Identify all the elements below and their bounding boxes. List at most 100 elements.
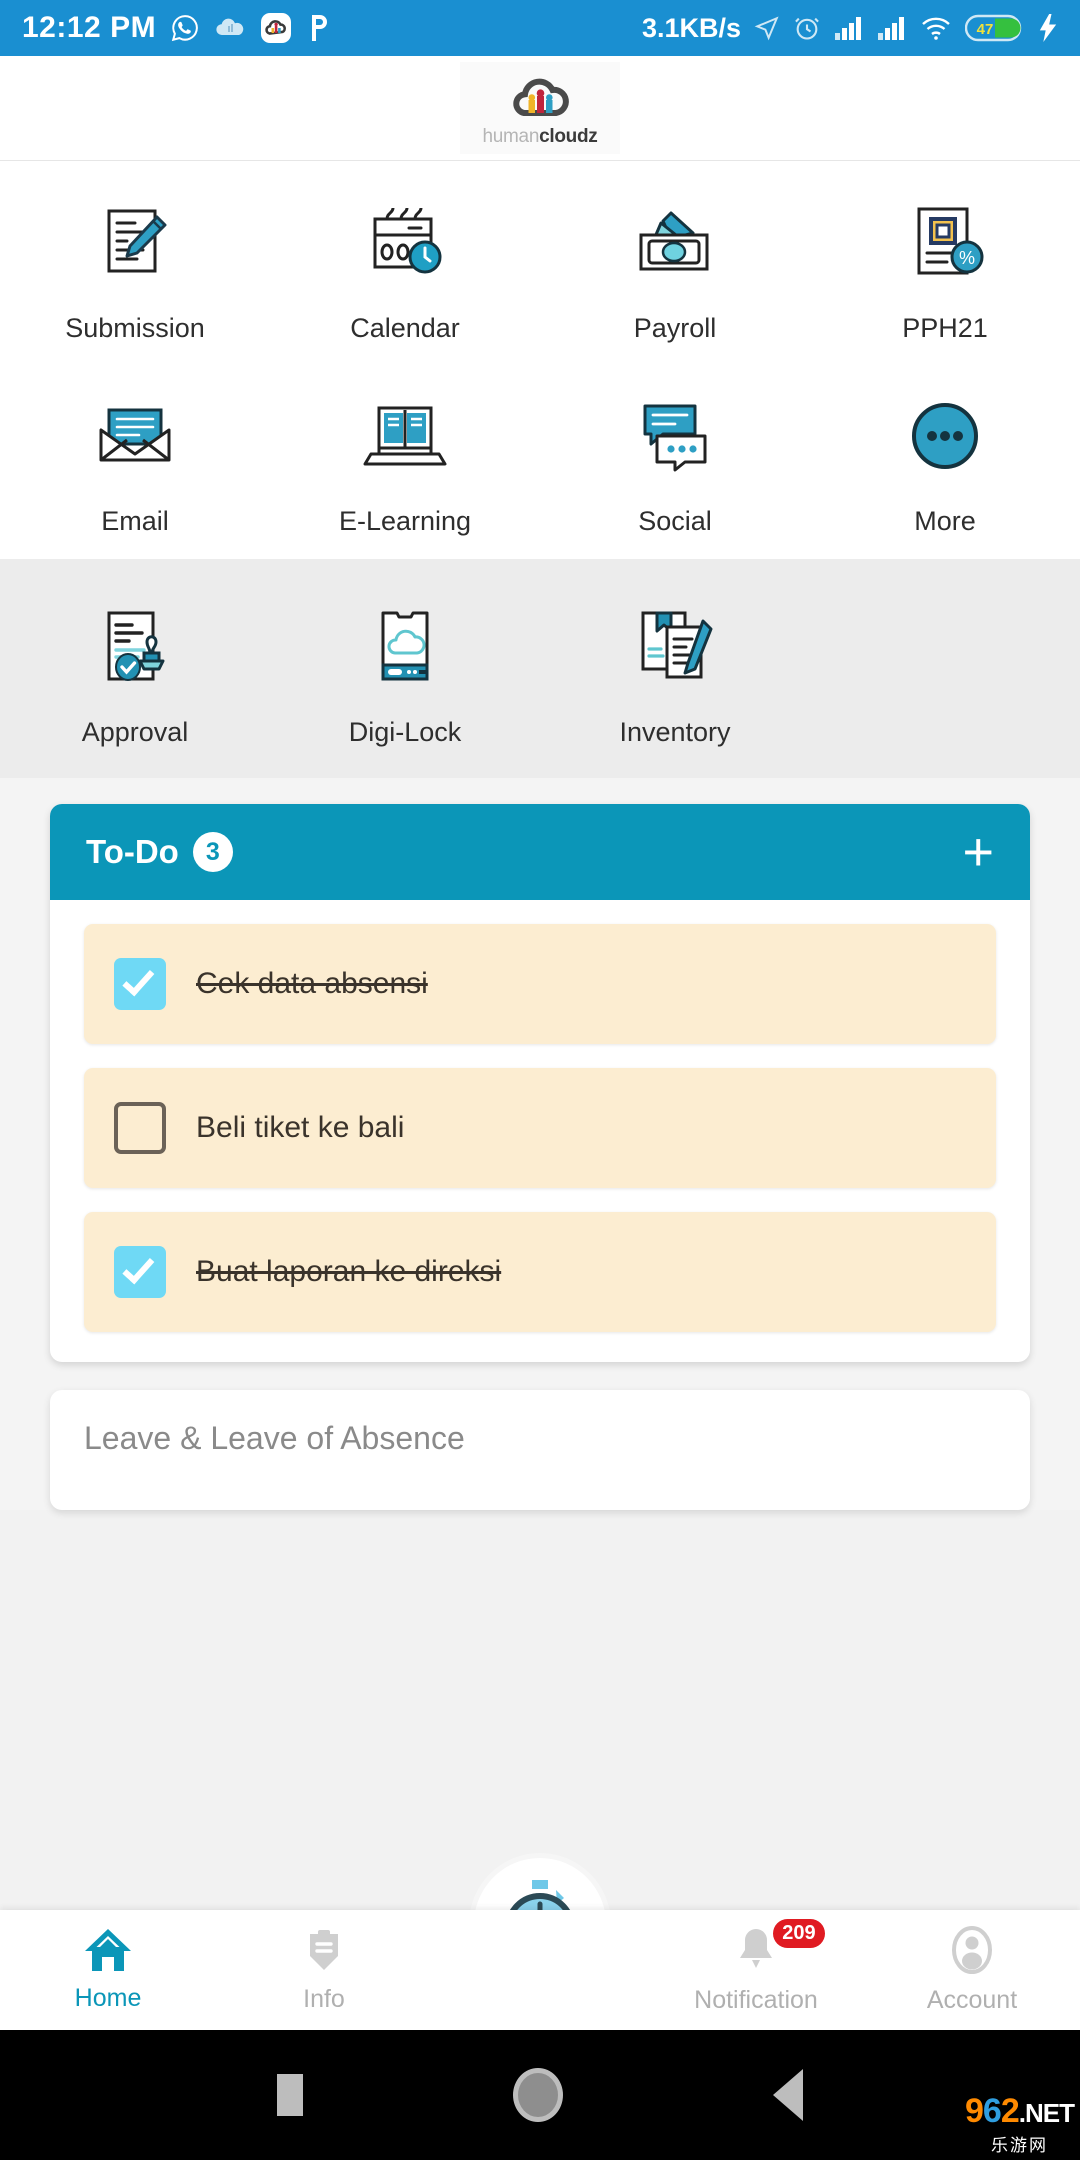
nav-label: Info — [303, 1985, 345, 2013]
menu-row-3: Approval Digi-Lock Inventory — [0, 593, 1080, 748]
menu-label: Digi-Lock — [348, 717, 462, 747]
chat-bubbles-icon — [621, 382, 729, 490]
tax-document-percent-icon: % — [891, 189, 999, 297]
menu-item-pph21[interactable]: % PPH21 — [810, 189, 1080, 344]
todo-card: To-Do 3 + Cek data absensi Beli tiket ke… — [50, 804, 1030, 1362]
nav-label: Notification — [694, 1986, 818, 2014]
watermark-digit-9: 9 — [965, 2092, 984, 2130]
documents-pen-icon — [621, 593, 729, 701]
todo-checkbox-checked[interactable] — [114, 958, 166, 1010]
todo-item[interactable]: Beli tiket ke bali — [84, 1068, 996, 1188]
watermark-suffix: .NET — [1018, 2098, 1075, 2128]
bottom-navigation-bar: Home Info 209 Notification Account — [0, 1910, 1080, 2030]
menu-label: Calendar — [350, 313, 460, 343]
document-pen-icon — [81, 189, 189, 297]
menu-label: Email — [101, 506, 169, 536]
menu-item-social[interactable]: Social — [540, 382, 810, 537]
nav-item-center-placeholder — [432, 1967, 648, 1973]
menu-item-more[interactable]: More — [810, 382, 1080, 537]
phone-cloud-icon — [351, 593, 459, 701]
home-circle-icon[interactable] — [513, 2068, 563, 2122]
add-todo-button[interactable]: + — [962, 825, 994, 879]
todo-card-header: To-Do 3 + — [50, 804, 1030, 900]
location-icon — [754, 15, 780, 41]
alarm-icon — [793, 14, 821, 42]
envelope-mail-icon — [81, 382, 189, 490]
svg-text:%: % — [959, 248, 975, 268]
network-speed: 3.1KB/s — [641, 12, 741, 43]
back-triangle-icon[interactable] — [773, 2069, 803, 2121]
todo-item-label: Buat laporan ke direksi — [196, 1255, 502, 1288]
menu-label: PPH21 — [902, 313, 988, 343]
menu-item-calendar[interactable]: Calendar — [270, 189, 540, 344]
notification-badge: 209 — [773, 1919, 825, 1948]
menu-row-1: Submission Calendar Payroll % PPH21 — [0, 189, 1080, 344]
money-cash-icon — [621, 189, 729, 297]
charging-bolt-icon — [1038, 14, 1058, 42]
home-icon — [83, 1927, 133, 1978]
watermark-subtitle: 乐游网 — [991, 2136, 1048, 2155]
account-person-icon — [948, 1925, 996, 1980]
nav-item-notification[interactable]: 209 Notification — [648, 1919, 864, 2015]
todo-count-badge: 3 — [192, 832, 233, 872]
battery-icon: 47 — [965, 13, 1025, 43]
todo-checkbox-unchecked[interactable] — [114, 1102, 166, 1154]
menu-item-elearning[interactable]: E-Learning — [270, 382, 540, 537]
watermark-digit-6: 6 — [982, 2092, 1002, 2130]
menu-item-email[interactable]: Email — [0, 382, 270, 537]
todo-checkbox-checked[interactable] — [114, 1246, 166, 1298]
logo-text-human: human — [482, 125, 540, 147]
secondary-menu-grid: Approval Digi-Lock Inventory — [0, 559, 1080, 778]
nav-label: Account — [926, 1986, 1018, 2014]
status-time: 12:12 PM — [22, 11, 157, 44]
menu-cell-empty — [810, 593, 1080, 748]
menu-label: More — [914, 506, 976, 536]
cloud-icon — [214, 15, 246, 41]
todo-item[interactable]: Buat laporan ke direksi — [84, 1212, 996, 1332]
watermark-digit-2: 2 — [1000, 2092, 1020, 2130]
nav-item-account[interactable]: Account — [864, 1925, 1080, 2015]
menu-label: Inventory — [619, 717, 731, 747]
app-logo-header: humancloudz — [0, 56, 1080, 161]
todo-title: To-Do — [86, 833, 179, 870]
signal-bars-icon-1 — [834, 15, 864, 41]
menu-row-2: Email E-Learning Social More — [0, 382, 1080, 537]
more-dots-circle-icon — [891, 382, 999, 490]
menu-item-approval[interactable]: Approval — [0, 593, 270, 748]
wifi-icon — [920, 15, 952, 41]
menu-label: Social — [638, 506, 712, 536]
whatsapp-icon — [170, 13, 200, 43]
phone-screen: 12:12 PM 3.1KB/s 47 humancloudz Submissi… — [0, 0, 1080, 2160]
nav-item-home[interactable]: Home — [0, 1927, 216, 2013]
humancloudz-app-icon — [260, 12, 292, 44]
logo-text-cloudz: cloudz — [539, 125, 598, 147]
menu-label: Approval — [81, 717, 189, 747]
calendar-clock-icon — [351, 189, 459, 297]
signal-bars-icon-2 — [877, 15, 907, 41]
leave-card-title: Leave & Leave of Absence — [84, 1420, 465, 1456]
todo-list: Cek data absensi Beli tiket ke bali Buat… — [50, 900, 1030, 1362]
content-area: To-Do 3 + Cek data absensi Beli tiket ke… — [0, 778, 1080, 1510]
menu-item-payroll[interactable]: Payroll — [540, 189, 810, 344]
todo-item-label: Cek data absensi — [196, 967, 428, 1000]
nav-item-info[interactable]: Info — [216, 1926, 432, 2014]
menu-item-digilock[interactable]: Digi-Lock — [270, 593, 540, 748]
logo-box: humancloudz — [460, 62, 620, 154]
android-navigation-bar: 962.NET 乐游网 — [0, 2030, 1080, 2160]
menu-label: E-Learning — [338, 506, 472, 536]
nav-label: Home — [74, 1984, 142, 2012]
info-envelope-icon — [300, 1926, 348, 1979]
todo-item[interactable]: Cek data absensi — [84, 924, 996, 1044]
status-bar: 12:12 PM 3.1KB/s 47 — [0, 0, 1080, 56]
menu-item-submission[interactable]: Submission — [0, 189, 270, 344]
row-spacer — [0, 344, 1080, 382]
laptop-book-icon — [351, 382, 459, 490]
status-bar-left: 12:12 PM — [22, 11, 332, 45]
watermark-main: 962.NET — [965, 2092, 1075, 2131]
menu-item-inventory[interactable]: Inventory — [540, 593, 810, 748]
p-app-icon — [306, 13, 332, 43]
menu-label: Submission — [65, 313, 205, 343]
recent-apps-square-icon[interactable] — [277, 2074, 303, 2116]
svg-text:47: 47 — [977, 21, 994, 38]
leave-card[interactable]: Leave & Leave of Absence — [50, 1390, 1030, 1510]
